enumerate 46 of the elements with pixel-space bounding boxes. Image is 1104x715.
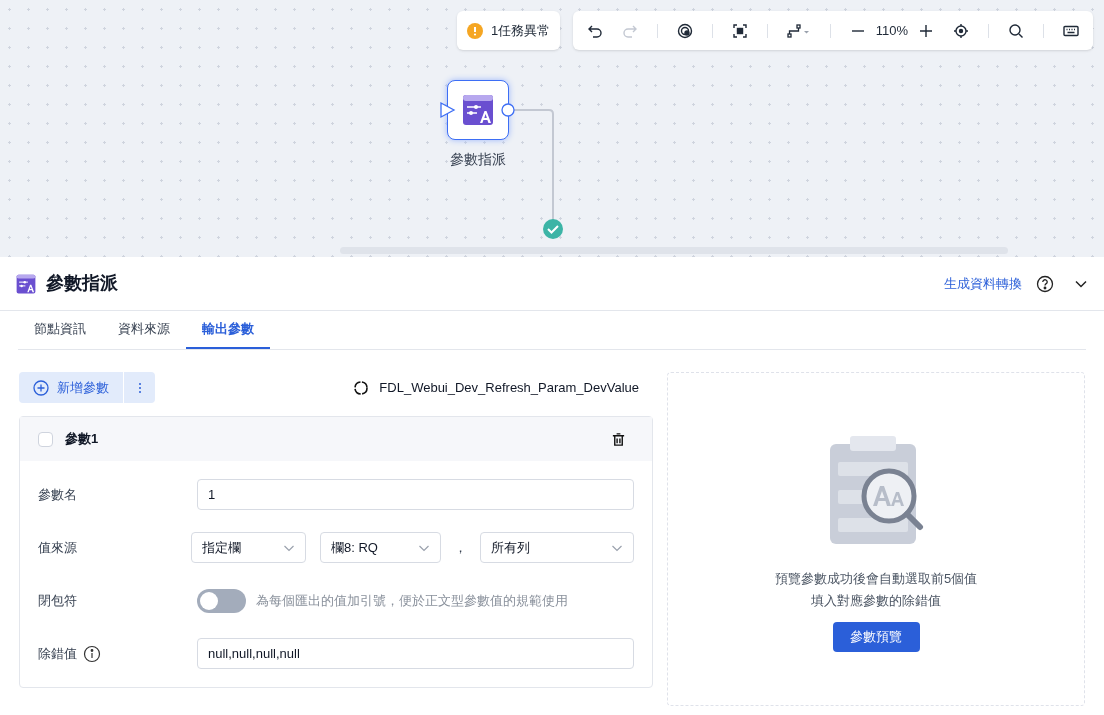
node-icon — [16, 273, 36, 294]
locate-icon[interactable] — [953, 22, 969, 39]
warning-icon — [467, 22, 483, 39]
separator-mark: ， — [453, 538, 469, 557]
field-label: 閉包符 — [38, 591, 77, 610]
select-field[interactable]: 所有列 — [479, 532, 634, 563]
tab[interactable]: 資料來源 — [102, 311, 186, 349]
node-input-port — [440, 101, 456, 119]
field-label: 除錯值 — [38, 644, 77, 663]
preview-hint: 預覽參數成功後會自動選取前5個值 — [774, 570, 978, 588]
preview-button[interactable]: 參數預覽 — [832, 622, 920, 652]
select-field[interactable]: 欄8: RQ — [319, 532, 442, 563]
checkbox[interactable] — [38, 431, 53, 447]
node-label: 參數指派 — [449, 150, 507, 169]
transform-link[interactable]: 生成資料轉換 — [944, 273, 1022, 294]
refresh-icon[interactable] — [353, 379, 370, 396]
node-output-port[interactable] — [501, 103, 515, 117]
zoom-in-icon[interactable] — [918, 22, 934, 39]
field-label: 參數名 — [38, 485, 77, 504]
info-icon[interactable] — [83, 644, 101, 663]
select-field[interactable]: 指定欄 — [191, 532, 306, 563]
refresh-param-label: FDL_Webui_Dev_Refresh_Param_DevValue — [379, 378, 639, 397]
toggle-switch[interactable] — [197, 588, 246, 613]
node-icon — [462, 94, 494, 126]
alert-badge[interactable]: 1任務異常 — [457, 11, 561, 50]
add-param-button[interactable]: 新增參數 — [19, 372, 123, 403]
preview-hint: 填入對應參數的除錯值 — [811, 592, 941, 610]
fit-screen-icon[interactable] — [731, 22, 748, 39]
connector-style-icon[interactable] — [786, 22, 811, 39]
tab[interactable]: 節點資訊 — [18, 311, 102, 349]
toggle-hint: 為每個匯出的值加引號，便於正文型參數值的規範使用 — [256, 591, 568, 610]
field-label: 值來源 — [38, 538, 77, 557]
trash-icon[interactable] — [611, 431, 626, 447]
more-icon — [137, 381, 142, 394]
flow-node[interactable] — [447, 80, 509, 140]
plus-circle-icon — [33, 379, 49, 396]
search-icon[interactable] — [1007, 22, 1024, 39]
panel-title: 參數指派 — [46, 272, 118, 295]
success-icon — [543, 219, 563, 239]
input-field[interactable]: null,null,null,null — [197, 638, 634, 669]
param-name: 參數1 — [65, 430, 99, 449]
input-field[interactable]: 1 — [197, 479, 634, 510]
tab[interactable]: 輸出參數 — [186, 311, 270, 349]
radar-icon[interactable] — [676, 22, 693, 39]
zoom-level: 110% — [875, 21, 908, 40]
help-icon[interactable] — [1036, 274, 1054, 293]
